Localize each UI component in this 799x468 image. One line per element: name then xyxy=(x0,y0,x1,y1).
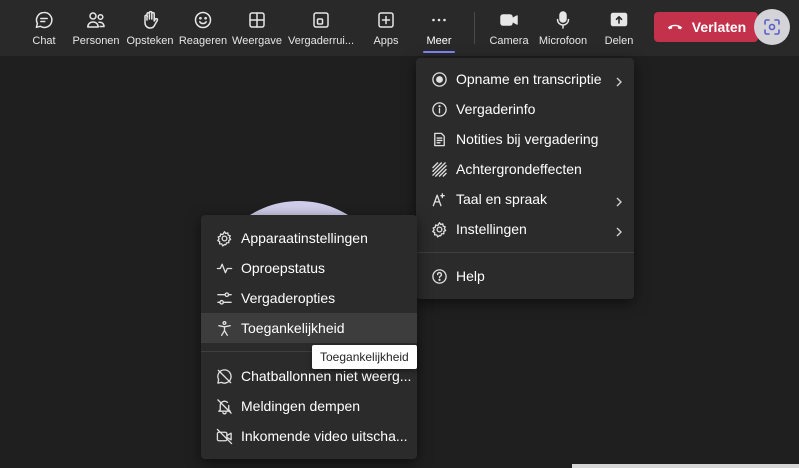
react-button[interactable]: Reageren xyxy=(179,0,227,56)
meeting-toolbar: Chat Personen Opsteken Reageren Weergave… xyxy=(0,0,799,56)
menu-item-label: Apparaatinstellingen xyxy=(241,230,368,246)
info-icon xyxy=(430,100,448,118)
chevron-right-icon xyxy=(614,74,624,87)
leave-button[interactable]: Verlaten xyxy=(654,12,758,42)
camera-icon xyxy=(498,9,520,31)
video-off-icon xyxy=(215,427,233,445)
chat-label: Chat xyxy=(32,35,56,47)
camera-label: Camera xyxy=(489,35,529,47)
notes-icon xyxy=(430,130,448,148)
camera-button[interactable]: Camera xyxy=(488,0,530,56)
more-menu: Opname en transcriptie Vergaderinfo Noti… xyxy=(416,58,634,299)
menu-item-label: Instellingen xyxy=(456,221,527,237)
more-button[interactable]: Meer xyxy=(419,0,459,56)
menu-item-meeting-options[interactable]: Vergaderopties xyxy=(201,283,417,313)
microphone-icon xyxy=(552,9,574,31)
menu-item-device-settings[interactable]: Apparaatinstellingen xyxy=(201,223,417,253)
apps-button[interactable]: Apps xyxy=(366,0,406,56)
focus-view-button[interactable] xyxy=(754,9,790,45)
more-label: Meer xyxy=(426,35,452,47)
bell-off-icon xyxy=(215,397,233,415)
language-icon xyxy=(430,190,448,208)
people-button[interactable]: Personen xyxy=(72,0,120,56)
menu-item-label: Vergaderinfo xyxy=(456,101,536,117)
accessibility-icon xyxy=(215,319,233,337)
menu-item-incoming-video[interactable]: Inkomende video uitscha... xyxy=(201,421,417,451)
leave-label: Verlaten xyxy=(691,19,747,35)
menu-item-label: Opname en transcriptie xyxy=(456,71,602,87)
hand-icon xyxy=(139,9,161,31)
hang-up-icon xyxy=(667,24,682,30)
grid-view-icon xyxy=(246,9,268,31)
share-label: Delen xyxy=(604,35,634,47)
rooms-icon xyxy=(310,9,332,31)
view-label: Weergave xyxy=(232,35,282,47)
chat-bubble-off-icon xyxy=(215,367,233,385)
menu-item-label: Oproepstatus xyxy=(241,260,326,276)
chat-icon xyxy=(33,9,55,31)
menu-item-recording[interactable]: Opname en transcriptie xyxy=(416,64,634,94)
menu-item-mute-notifications[interactable]: Meldingen dempen xyxy=(201,391,417,421)
menu-item-label: Taal en spraak xyxy=(456,191,548,207)
settings-submenu: Apparaatinstellingen Oproepstatus Vergad… xyxy=(201,215,417,459)
microphone-label: Microfoon xyxy=(538,35,588,47)
menu-item-background-effects[interactable]: Achtergrondeffecten xyxy=(416,154,634,184)
background-effects-icon xyxy=(430,160,448,178)
focus-frame-icon xyxy=(764,19,780,35)
gear-icon xyxy=(215,229,233,247)
chevron-right-icon xyxy=(614,224,624,237)
share-button[interactable]: Delen xyxy=(600,0,638,56)
breakout-rooms-label: Vergaderrui... xyxy=(287,35,355,47)
raise-hand-label: Opsteken xyxy=(126,35,174,47)
menu-item-label: Meldingen dempen xyxy=(241,398,361,414)
raise-hand-button[interactable]: Opsteken xyxy=(125,0,175,56)
sliders-icon xyxy=(215,289,233,307)
menu-item-label: Vergaderopties xyxy=(241,290,336,306)
more-dots-icon xyxy=(428,9,450,31)
react-label: Reageren xyxy=(178,35,228,47)
toolbar-divider xyxy=(474,12,475,44)
menu-item-label: Notities bij vergadering xyxy=(456,131,599,147)
view-button[interactable]: Weergave xyxy=(231,0,283,56)
bottom-edge-bar xyxy=(572,464,799,468)
menu-item-settings[interactable]: Instellingen xyxy=(416,214,634,244)
people-icon xyxy=(85,9,107,31)
record-icon xyxy=(430,70,448,88)
menu-item-label: Chatballonnen niet weerg... xyxy=(241,368,412,384)
menu-item-label: Inkomende video uitscha... xyxy=(241,428,408,444)
menu-item-label: Help xyxy=(456,268,485,284)
microphone-button[interactable]: Microfoon xyxy=(536,0,590,56)
share-screen-icon xyxy=(608,9,630,31)
menu-item-meeting-notes[interactable]: Notities bij vergadering xyxy=(416,124,634,154)
accessibility-tooltip: Toegankelijkheid xyxy=(312,345,417,369)
chevron-right-icon xyxy=(614,194,624,207)
menu-item-label: Toegankelijkheid xyxy=(241,320,345,336)
menu-item-meeting-info[interactable]: Vergaderinfo xyxy=(416,94,634,124)
help-icon xyxy=(430,267,448,285)
gear-icon xyxy=(430,220,448,238)
people-label: Personen xyxy=(72,35,120,47)
smiley-icon xyxy=(192,9,214,31)
chat-button[interactable]: Chat xyxy=(24,0,64,56)
menu-item-help[interactable]: Help xyxy=(416,261,634,291)
menu-item-accessibility[interactable]: Toegankelijkheid xyxy=(201,313,417,343)
breakout-rooms-button[interactable]: Vergaderrui... xyxy=(288,0,354,56)
add-app-icon xyxy=(375,9,397,31)
menu-divider xyxy=(416,252,634,253)
apps-label: Apps xyxy=(373,35,399,47)
menu-item-call-health[interactable]: Oproepstatus xyxy=(201,253,417,283)
menu-item-label: Achtergrondeffecten xyxy=(456,161,582,177)
menu-item-language[interactable]: Taal en spraak xyxy=(416,184,634,214)
pulse-icon xyxy=(215,259,233,277)
